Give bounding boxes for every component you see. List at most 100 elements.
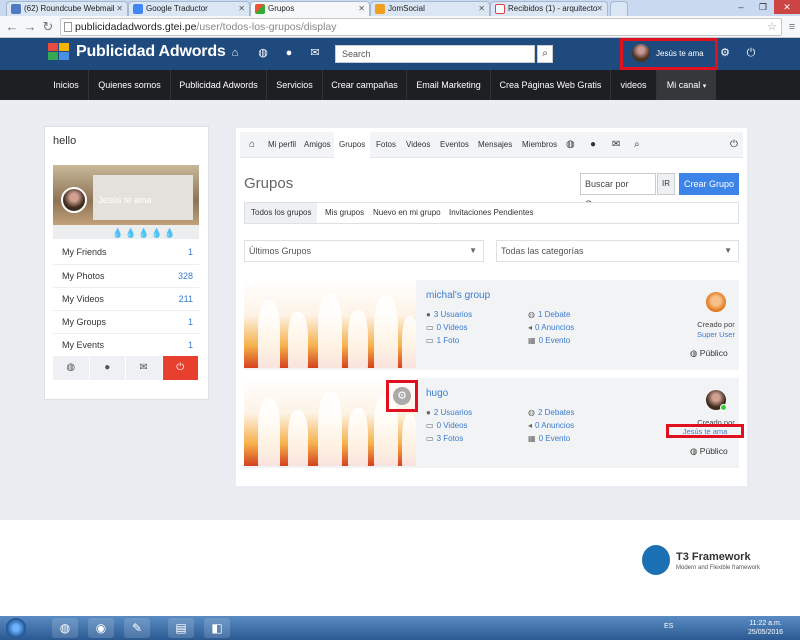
group-cover-image[interactable] xyxy=(244,280,416,368)
create-group-button[interactable]: Crear Grupo xyxy=(679,173,739,195)
group-events-link[interactable]: ▦ 0 Evento xyxy=(528,434,570,443)
browser-tab-gmail[interactable]: Recibidos (1) - arquitecto ✕ xyxy=(490,1,608,16)
back-icon[interactable]: ← xyxy=(4,19,20,35)
system-clock[interactable]: 11:22 a.m. 25/05/2016 xyxy=(748,619,783,637)
group-events-link[interactable]: ▦ 0 Evento xyxy=(528,336,570,345)
group-photos-link[interactable]: ▭ 1 Foto xyxy=(426,336,459,345)
menu-item-crea-paginas[interactable]: Crea Páginas Web Gratis xyxy=(490,70,610,100)
mail-icon[interactable]: ✉ xyxy=(126,356,163,380)
chrome-icon[interactable]: ◉ xyxy=(88,618,114,638)
group-videos-link[interactable]: ▭ 0 Videos xyxy=(426,421,468,430)
menu-item-publicidad-adwords[interactable]: Publicidad Adwords xyxy=(170,70,266,100)
group-search-go-button[interactable]: IR xyxy=(657,173,675,195)
globe-icon[interactable]: ◍ xyxy=(53,356,90,380)
minimize-icon[interactable]: – xyxy=(730,0,752,14)
sidebar-item-events[interactable]: My Events 1 xyxy=(53,333,199,356)
home-icon[interactable]: ⌂ xyxy=(244,132,260,158)
group-name-link[interactable]: hugo xyxy=(426,388,448,399)
sidebar-item-friends[interactable]: My Friends 1 xyxy=(53,241,199,264)
group-announcements-link[interactable]: ◂ 0 Anuncios xyxy=(528,323,574,332)
subnav-item-eventos[interactable]: Eventos xyxy=(436,132,473,158)
friends-icon[interactable]: ● xyxy=(590,132,596,158)
address-bar[interactable]: publicidadadwords.gtei.pe/user/todos-los… xyxy=(60,18,782,36)
menu-item-servicios[interactable]: Servicios xyxy=(266,70,322,100)
sidebar-item-groups[interactable]: My Groups 1 xyxy=(53,310,199,333)
creator-link[interactable]: Jesús te ama xyxy=(670,427,740,436)
footer-brand[interactable]: T3 Framework xyxy=(676,551,751,563)
user-avatar[interactable] xyxy=(632,44,650,62)
subnav-item-mensajes[interactable]: Mensajes xyxy=(474,132,516,158)
menu-item-videos[interactable]: videos xyxy=(610,70,656,100)
tab-mis-grupos[interactable]: Mis grupos xyxy=(321,203,368,223)
taskbar-app-icon[interactable]: ◧ xyxy=(204,618,230,638)
category-select[interactable]: Todas las categorías ▼ xyxy=(496,240,739,262)
profile-name[interactable]: Jesús te ama xyxy=(98,195,152,205)
folder-icon[interactable]: ▤ xyxy=(168,618,194,638)
brand-logo-icon[interactable] xyxy=(48,41,70,61)
browser-tab-roundcube[interactable]: (62) Roundcube Webmail ✕ xyxy=(6,1,128,16)
taskbar-app-icon[interactable]: ✎ xyxy=(124,618,150,638)
mail-icon[interactable]: ✉ xyxy=(612,132,620,158)
subnav-item-miembros[interactable]: Miembros xyxy=(518,132,561,158)
bookmark-star-icon[interactable]: ☆ xyxy=(767,19,777,35)
user-icon[interactable]: ● xyxy=(282,44,296,62)
menu-item-crear-campanas[interactable]: Crear campañas xyxy=(322,70,406,100)
close-tab-icon[interactable]: ✕ xyxy=(478,2,485,15)
home-icon[interactable]: ⌂ xyxy=(228,44,242,62)
maximize-icon[interactable]: ❐ xyxy=(752,0,774,14)
group-search-input[interactable]: Buscar por Grupo xyxy=(580,173,656,209)
user-name-link[interactable]: Jesús te ama xyxy=(656,49,704,58)
search-icon[interactable]: ⌕ xyxy=(634,132,640,158)
group-videos-link[interactable]: ▭ 0 Videos xyxy=(426,323,468,332)
windows-start-button[interactable] xyxy=(0,616,34,640)
settings-gear-icon[interactable]: ⚙ xyxy=(718,44,732,62)
menu-item-mi-canal[interactable]: Mi canal ▾ xyxy=(656,70,716,100)
sort-select[interactable]: Últimos Grupos ▼ xyxy=(244,240,484,262)
globe-icon[interactable]: ◍ xyxy=(566,132,575,158)
menu-item-quienes-somos[interactable]: Quienes somos xyxy=(88,70,170,100)
browser-tab-jomsocial[interactable]: JomSocial ✕ xyxy=(370,1,490,16)
group-settings-gear-icon[interactable]: ⚙ xyxy=(393,387,411,405)
globe-icon[interactable]: ◍ xyxy=(256,44,270,62)
logout-power-icon[interactable]: ⏻ xyxy=(162,356,199,380)
close-tab-icon[interactable]: ✕ xyxy=(238,2,245,15)
sidebar-item-photos[interactable]: My Photos 328 xyxy=(53,264,199,287)
group-users-link[interactable]: ● 3 Usuarios xyxy=(426,310,472,319)
menu-icon[interactable]: ≡ xyxy=(784,19,800,35)
search-button[interactable]: ⌕ xyxy=(537,45,553,63)
creator-avatar[interactable] xyxy=(706,292,726,312)
subnav-item-amigos[interactable]: Amigos xyxy=(300,132,335,158)
reload-icon[interactable]: ↻ xyxy=(40,19,56,35)
logout-power-icon[interactable]: ⏻ xyxy=(730,132,738,158)
search-input[interactable]: Search xyxy=(335,45,535,63)
group-announcements-link[interactable]: ◂ 0 Anuncios xyxy=(528,421,574,430)
forward-icon[interactable]: → xyxy=(22,19,38,35)
t3-framework-logo-icon[interactable] xyxy=(642,545,670,575)
tab-invitaciones-pendientes[interactable]: Invitaciones Pendientes xyxy=(445,203,538,223)
group-photos-link[interactable]: ▭ 3 Fotos xyxy=(426,434,463,443)
logout-power-icon[interactable]: ⏻ xyxy=(744,44,758,62)
group-discussions-link[interactable]: ◍ 1 Debate xyxy=(528,310,570,319)
brand-name[interactable]: Publicidad Adwords xyxy=(76,43,226,61)
friends-icon[interactable]: ● xyxy=(89,356,126,380)
browser-tab-google-translate[interactable]: Google Traductor ✕ xyxy=(128,1,250,16)
tab-todos-los-grupos[interactable]: Todos los grupos xyxy=(245,203,318,223)
close-tab-icon[interactable]: ✕ xyxy=(358,2,365,15)
close-tab-icon[interactable]: ✕ xyxy=(596,2,603,15)
close-tab-icon[interactable]: ✕ xyxy=(116,2,123,15)
group-discussions-link[interactable]: ◍ 2 Debates xyxy=(528,408,574,417)
language-indicator[interactable]: ES xyxy=(664,623,673,630)
group-users-link[interactable]: ● 2 Usuarios xyxy=(426,408,472,417)
browser-tab-grupos[interactable]: Grupos ✕ xyxy=(250,1,370,16)
close-window-icon[interactable]: ✕ xyxy=(774,0,800,14)
group-name-link[interactable]: michal's group xyxy=(426,290,490,301)
menu-item-inicios[interactable]: Inicios xyxy=(44,70,88,100)
sidebar-item-videos[interactable]: My Videos 211 xyxy=(53,287,199,310)
creator-link[interactable]: Super User xyxy=(681,330,751,339)
subnav-item-mi-perfil[interactable]: Mi perfil xyxy=(264,132,300,158)
subnav-item-fotos[interactable]: Fotos xyxy=(372,132,400,158)
subnav-item-grupos[interactable]: Grupos xyxy=(334,132,371,158)
profile-avatar[interactable] xyxy=(61,187,87,213)
mail-icon[interactable]: ✉ xyxy=(308,44,322,62)
tab-nuevo-en-mi-grupo[interactable]: Nuevo en mi grupo xyxy=(369,203,445,223)
